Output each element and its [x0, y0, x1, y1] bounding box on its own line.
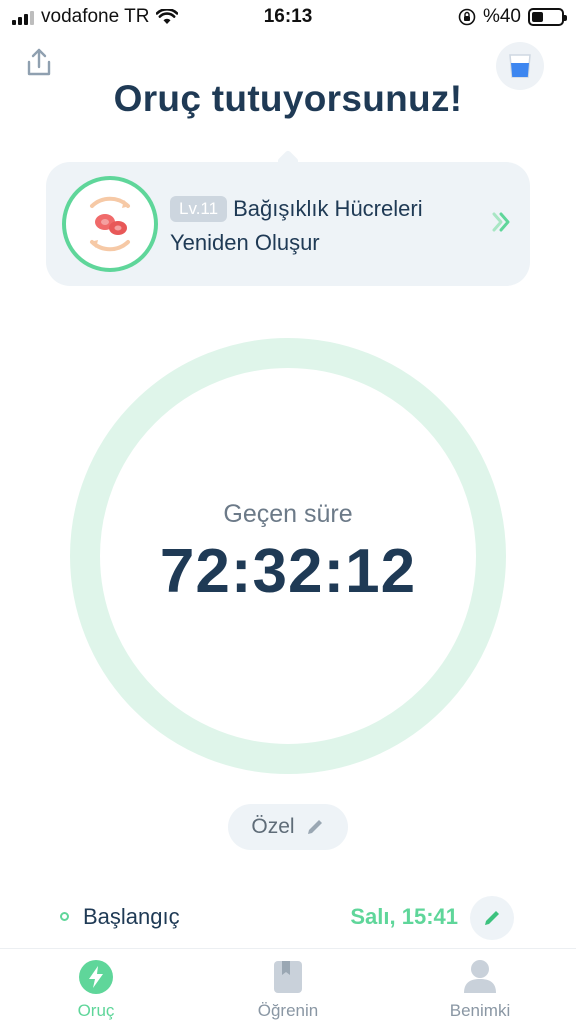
plan-label: Özel [251, 815, 295, 838]
tab-label: Benimki [449, 1001, 511, 1020]
level-badge: Lv.11 [170, 196, 228, 222]
bottom-tab-bar: Oruç Öğrenin Benimki [0, 948, 576, 1024]
fasting-plan-button[interactable]: Özel [228, 804, 348, 850]
start-label: Başlangıç [83, 904, 180, 929]
stage-icon [62, 176, 158, 272]
immune-cells-icon [90, 196, 130, 252]
battery-percentage: %40 [482, 6, 521, 27]
tab-profile[interactable]: Benimki [384, 949, 576, 1024]
fasting-screen: vodafone TR 16:13 %40 Oruç tutuyorsunuz!… [0, 0, 576, 1024]
pencil-icon [307, 820, 322, 834]
page-title: Oruç tutuyorsunuz! [113, 78, 463, 119]
elapsed-time-value: 72:32:12 [159, 537, 417, 606]
tab-label: Öğrenin [257, 1001, 319, 1020]
edit-start-time-button[interactable] [470, 896, 514, 940]
status-bar: vodafone TR 16:13 %40 [0, 0, 576, 34]
start-time-value: Salı, 15:41 [350, 904, 458, 929]
fasting-stage-card[interactable]: Lv.11 Bağışıklık Hücreleri Yeniden Oluşur [46, 162, 530, 286]
tab-label: Oruç [77, 1001, 115, 1020]
orientation-lock-icon [458, 8, 476, 26]
start-dot-icon [60, 912, 69, 921]
battery-icon [528, 8, 567, 26]
elapsed-time-label: Geçen süre [223, 500, 353, 528]
share-button[interactable] [22, 46, 56, 80]
tab-fasting[interactable]: Oruç [0, 949, 192, 1024]
bolt-icon [79, 960, 113, 994]
book-icon [274, 961, 302, 993]
share-icon [27, 48, 51, 76]
tab-learn[interactable]: Öğrenin [192, 949, 384, 1024]
chevron-right-icon [492, 212, 510, 232]
pencil-icon [485, 911, 499, 925]
user-icon [464, 960, 496, 993]
water-glass-icon [509, 54, 531, 78]
start-time-row: Başlangıç Salı, 15:41 [0, 894, 576, 940]
